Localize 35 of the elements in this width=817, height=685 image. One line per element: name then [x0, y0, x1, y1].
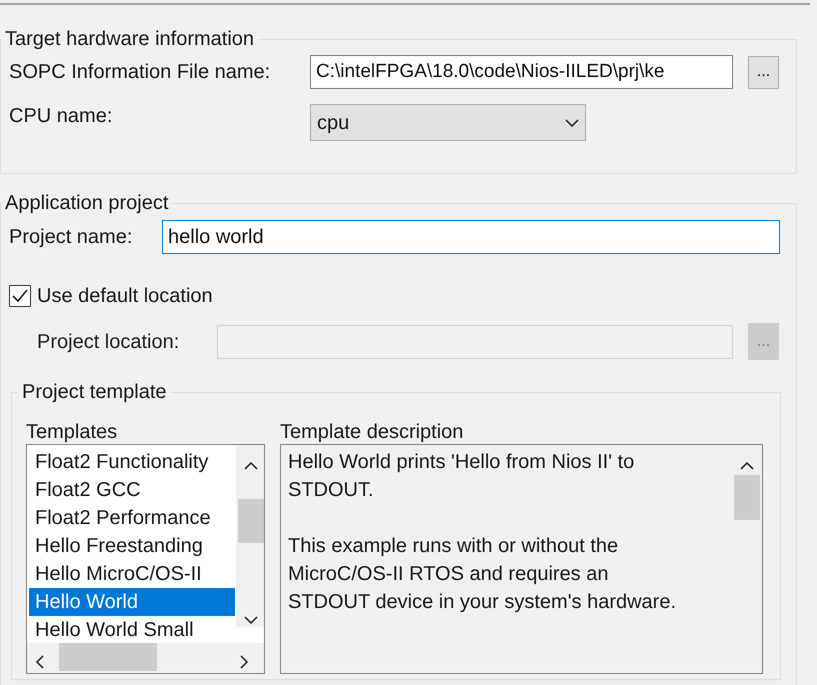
description-text: This example runs with or without the MicroC/OS-II RTOS and requires an STDOUT device in your system's hardware. — [288, 534, 678, 615]
list-label: Templates — [26, 420, 118, 444]
project-name-field[interactable]: hello world — [162, 220, 780, 254]
template-item[interactable]: Float2 Functionality — [29, 448, 235, 476]
template-item[interactable]: Hello World Small — [29, 616, 235, 644]
field-label: CPU name: — [9, 104, 114, 128]
group-title: Target hardware information — [4, 27, 256, 51]
group-title: Application project — [4, 191, 170, 215]
chevron-left-icon — [35, 654, 45, 669]
vertical-scrollbar[interactable] — [236, 445, 264, 627]
chevron-right-icon — [239, 654, 249, 669]
checkbox-label: Use default location — [37, 284, 213, 308]
scrollbar-thumb[interactable] — [238, 499, 264, 543]
description-label: Template description — [280, 420, 464, 444]
group-title: Project template — [21, 380, 168, 404]
horizontal-scrollbar[interactable] — [27, 643, 264, 673]
field-label: Project name: — [9, 225, 134, 249]
chevron-down-icon — [244, 614, 258, 625]
field-label: Project location: — [37, 330, 180, 354]
description-text: Hello World prints 'Hello from Nios II' to STDOUT. — [288, 450, 636, 503]
template-item[interactable]: Hello MicroC/OS-II — [29, 560, 235, 588]
browse-button[interactable]: ... — [748, 56, 779, 88]
chevron-up-icon — [740, 460, 754, 471]
scrollbar-thumb[interactable] — [734, 475, 760, 520]
field-label: SOPC Information File name: — [9, 60, 272, 84]
cpu-dropdown[interactable]: cpu — [310, 104, 586, 141]
chevron-up-icon — [244, 460, 258, 471]
scrollbar-thumb[interactable] — [59, 643, 157, 671]
template-item[interactable]: Hello World — [29, 588, 235, 616]
sopc-file-field[interactable]: C:\intelFPGA\18.0\code\Nios-IILED\prj\ke — [310, 55, 733, 89]
chevron-down-icon — [565, 118, 579, 128]
template-item[interactable]: Float2 Performance — [29, 504, 235, 532]
template-item[interactable]: Hello Freestanding — [29, 532, 235, 560]
checkbox[interactable] — [9, 285, 31, 307]
template-item[interactable]: Float2 GCC — [29, 476, 235, 504]
